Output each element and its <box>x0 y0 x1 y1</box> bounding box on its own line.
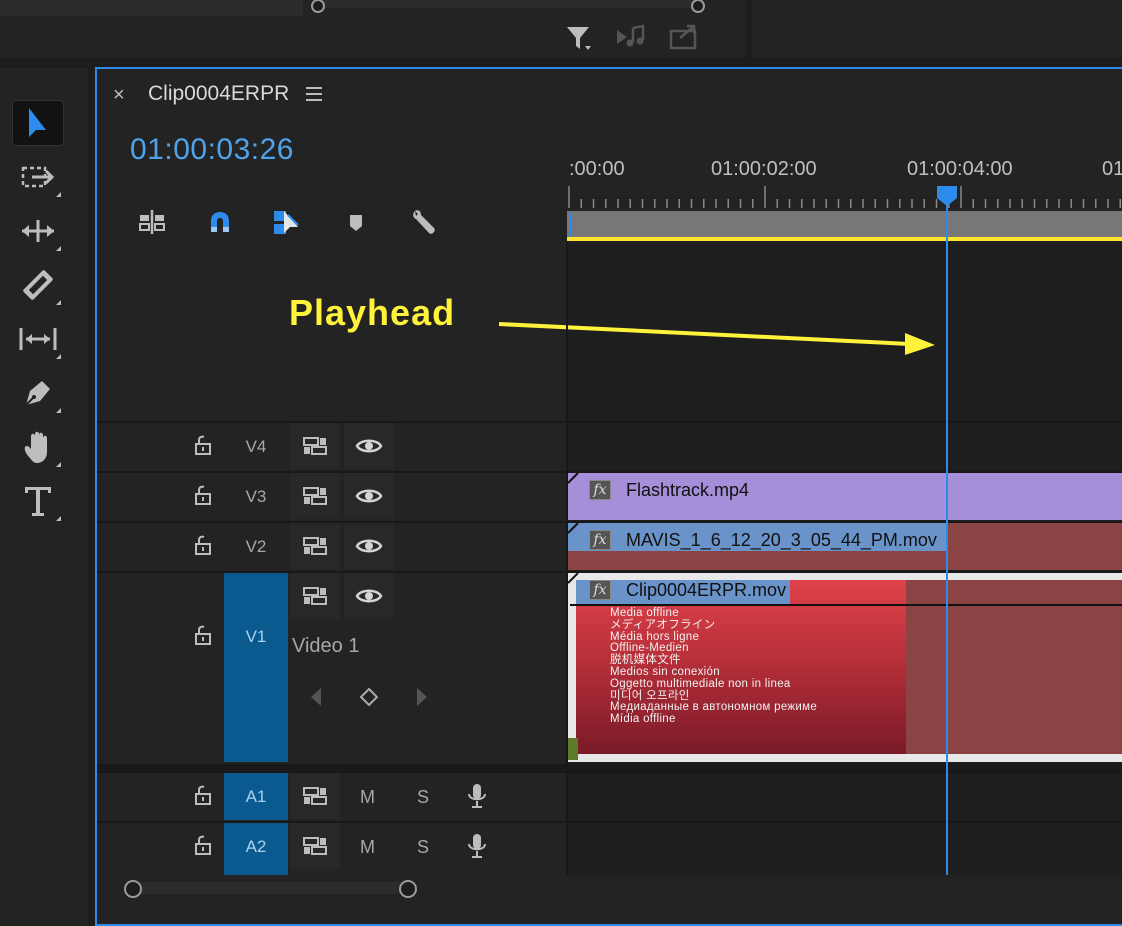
mute-button[interactable]: M <box>360 837 375 858</box>
annotation-arrow-icon <box>498 322 935 355</box>
zoom-handle-left[interactable] <box>124 880 142 898</box>
track-label-a1[interactable]: A1 <box>224 787 288 807</box>
clip-name: Flashtrack.mp4 <box>626 480 750 500</box>
close-sequence-icon[interactable]: × <box>113 84 125 107</box>
track-label-v2[interactable]: V2 <box>224 537 288 557</box>
selection-tool[interactable] <box>12 100 64 146</box>
sync-lock-icon[interactable] <box>290 573 340 619</box>
mute-button[interactable]: M <box>360 787 375 808</box>
ruler-label: 01:00:04:00 <box>907 158 1013 180</box>
ruler-label: 01:00:02:00 <box>711 158 817 180</box>
sync-lock-icon[interactable] <box>290 823 340 869</box>
add-keyframe-icon[interactable] <box>359 687 379 711</box>
type-tool[interactable] <box>12 478 64 524</box>
media-offline-text: Media offline メディアオフライン Média hors ligne Of… <box>610 607 817 726</box>
clip-name: Clip0004ERPR.mov <box>626 580 787 600</box>
lock-icon[interactable] <box>194 485 212 505</box>
export-frame-icon[interactable] <box>668 22 702 57</box>
ruler-label: :00:00 <box>569 158 625 180</box>
track-target-v1[interactable] <box>224 573 288 762</box>
clip-start-handle[interactable] <box>568 738 578 760</box>
audio-only-icon[interactable] <box>615 24 649 55</box>
type-icon <box>25 487 51 516</box>
track-lane-a1[interactable] <box>568 771 1122 822</box>
snap-magnet-icon[interactable] <box>204 206 236 238</box>
lock-icon[interactable] <box>194 435 212 455</box>
track-select-tool[interactable] <box>12 154 64 200</box>
work-area-bar[interactable] <box>567 211 1122 237</box>
ripple-edit-icon <box>22 220 54 242</box>
track-select-icon <box>21 166 55 188</box>
lock-icon[interactable] <box>194 535 212 555</box>
eye-icon[interactable] <box>344 523 394 569</box>
voiceover-mic-icon[interactable] <box>466 782 488 815</box>
slip-tool[interactable] <box>12 316 64 362</box>
track-display-name[interactable]: Video 1 <box>292 635 359 658</box>
sequence-tab-name[interactable]: Clip0004ERPR <box>148 82 289 106</box>
clip-start-corner <box>568 523 579 534</box>
annotation-playhead-label: Playhead <box>289 292 456 333</box>
clip-name: MAVIS_1_6_12_20_3_05_44_PM.mov <box>626 530 937 550</box>
track-label-a2[interactable]: A2 <box>224 837 288 857</box>
lock-icon[interactable] <box>194 625 212 645</box>
pen-icon <box>25 381 50 406</box>
razor-icon <box>23 270 53 300</box>
fx-badge-icon: fx <box>589 530 611 550</box>
clip-start-corner <box>568 473 579 484</box>
ruler-ticks <box>568 186 1121 208</box>
voiceover-mic-icon[interactable] <box>466 832 488 865</box>
timeline-settings-wrench-icon[interactable] <box>408 206 440 238</box>
arrow-icon <box>29 108 46 137</box>
offline-text-line: Oggetto multimediale non in linea <box>610 677 791 690</box>
lock-icon[interactable] <box>194 835 212 855</box>
opacity-rubber-band[interactable] <box>570 604 1122 606</box>
filter-icon[interactable] <box>565 24 595 59</box>
clip-extended-area <box>906 580 1122 754</box>
razor-tool[interactable] <box>12 262 64 308</box>
track-label-v4[interactable]: V4 <box>224 437 288 457</box>
playhead-line[interactable] <box>946 205 948 875</box>
hand-icon <box>24 431 47 463</box>
timeline-zoom-scrollbar[interactable] <box>132 882 408 894</box>
track-lane-a2[interactable] <box>568 821 1122 875</box>
sync-lock-icon[interactable] <box>290 473 340 519</box>
sync-lock-icon[interactable] <box>290 773 340 819</box>
lock-icon[interactable] <box>194 785 212 805</box>
prev-keyframe-icon[interactable] <box>308 686 324 713</box>
program-monitor-strip <box>752 0 1122 58</box>
offline-text-line: メディアオフライン <box>610 618 716 631</box>
solo-button[interactable]: S <box>417 837 429 858</box>
sync-lock-icon[interactable] <box>290 423 340 469</box>
eye-icon[interactable] <box>344 573 394 619</box>
source-scroll-track <box>0 0 303 16</box>
next-keyframe-icon[interactable] <box>414 686 430 713</box>
hand-tool[interactable] <box>12 424 64 470</box>
panel-menu-icon[interactable] <box>305 86 323 107</box>
work-area-line <box>567 237 1122 241</box>
insert-nest-icon[interactable] <box>136 206 168 238</box>
source-zoom-scrollbar[interactable] <box>318 0 698 8</box>
slip-icon <box>19 328 57 350</box>
zoom-handle-right[interactable] <box>399 880 417 898</box>
track-label-v1[interactable]: V1 <box>224 627 288 647</box>
ripple-edit-tool[interactable] <box>12 208 64 254</box>
eye-icon[interactable] <box>344 473 394 519</box>
fx-badge-icon: fx <box>589 580 611 600</box>
eye-icon[interactable] <box>344 423 394 469</box>
track-lane-v4[interactable] <box>568 421 1122 472</box>
add-marker-icon[interactable] <box>340 206 372 238</box>
linked-selection-icon[interactable] <box>272 206 304 238</box>
offline-text-line: Mídia offline <box>610 713 676 726</box>
clip-start-corner <box>568 573 579 584</box>
sync-lock-icon[interactable] <box>290 523 340 569</box>
solo-button[interactable]: S <box>417 787 429 808</box>
ruler-label: 01 <box>1102 158 1122 180</box>
playhead-timecode[interactable]: 01:00:03:26 <box>130 133 294 167</box>
pen-tool[interactable] <box>12 370 64 416</box>
sequence-start-marker <box>569 213 572 237</box>
track-label-v3[interactable]: V3 <box>224 487 288 507</box>
track-header-divider <box>566 242 568 875</box>
fx-badge-icon: fx <box>589 480 611 500</box>
offline-text-line: Medios sin conexión <box>610 665 720 678</box>
